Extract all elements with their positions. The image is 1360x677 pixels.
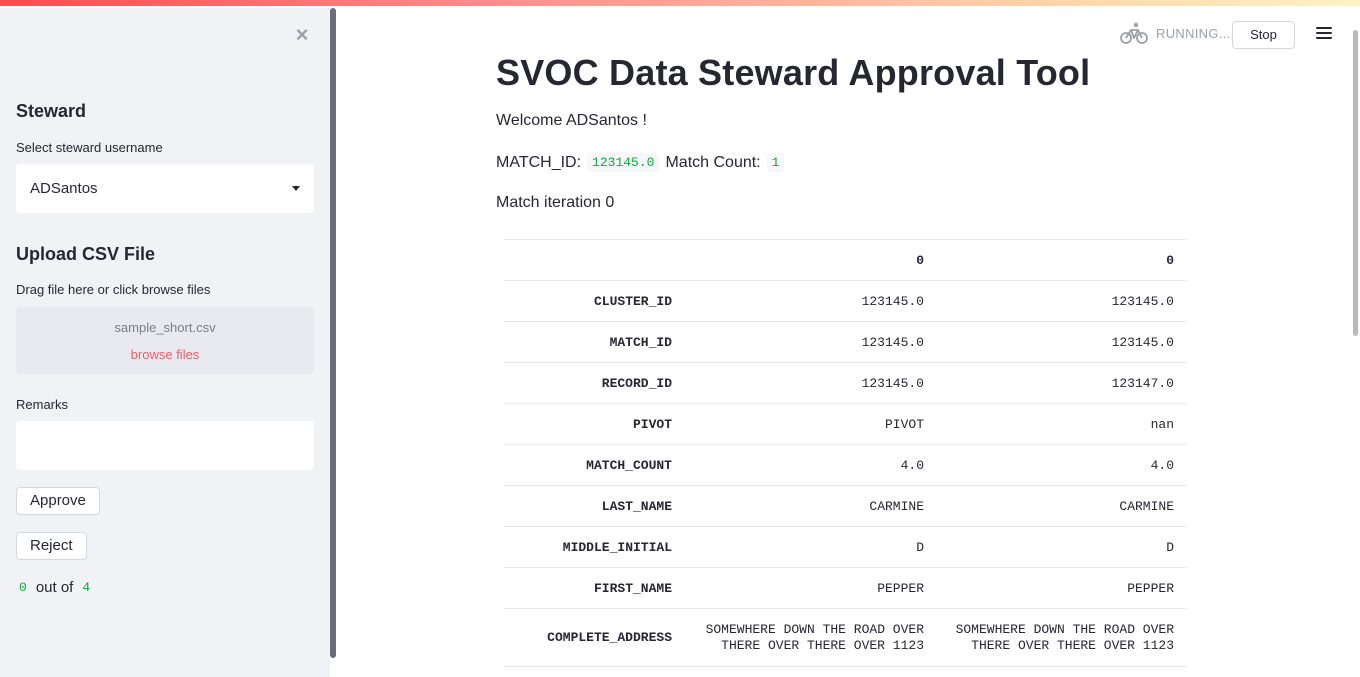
sidebar: × Steward Select steward username ADSant… <box>0 0 330 677</box>
upload-heading: Upload CSV File <box>16 244 156 264</box>
progress-separator: out of <box>35 579 74 596</box>
row-label: MATCH_ID <box>504 321 684 363</box>
row-label: CLUSTER_ID <box>504 280 684 322</box>
running-status: RUNNING... <box>1120 21 1231 45</box>
row-label: MIDDLE_INITIAL <box>504 526 684 568</box>
table-row: MATCH_COUNT 4.0 4.0 <box>504 444 1186 486</box>
progress-current: 0 <box>19 580 27 595</box>
match-count-label: Match Count: <box>665 153 761 171</box>
stop-button[interactable]: Stop <box>1232 21 1295 49</box>
steward-username-select[interactable]: ADSantos <box>16 164 314 213</box>
table-cell: 123145.0 <box>684 321 936 363</box>
row-label: PIVOT <box>504 403 684 445</box>
file-dropzone[interactable]: sample_short.csv browse files <box>16 307 314 374</box>
table-header-cell: 0 <box>684 239 936 281</box>
table-row: MATCH_ID 123145.0 123145.0 <box>504 321 1186 363</box>
running-text: RUNNING... <box>1156 25 1231 41</box>
upload-label: Drag file here or click browse files <box>16 282 211 297</box>
table-cell: CARMINE <box>936 485 1186 527</box>
table-cell: 4.0 <box>936 444 1186 486</box>
table-cell: PEPPER <box>684 567 936 609</box>
table-row: RECORD_ID 123145.0 123147.0 <box>504 362 1186 404</box>
match-id-label: MATCH_ID: <box>496 153 582 171</box>
table-cell: 123145.0 <box>936 321 1186 363</box>
remarks-label: Remarks <box>16 397 69 412</box>
table-cell: PIVOT <box>684 403 936 445</box>
table-row: FIRST_NAME PEPPER PEPPER <box>504 567 1186 609</box>
row-label: LAST_NAME <box>504 485 684 527</box>
chevron-down-icon <box>292 186 300 191</box>
progress-total: 4 <box>82 580 91 595</box>
bicycle-icon <box>1120 22 1148 44</box>
main-scrollbar[interactable] <box>1353 30 1358 336</box>
welcome-text: Welcome ADSantos ! <box>496 112 647 129</box>
row-label: RECORD_ID <box>504 362 684 404</box>
table-header-cell: 0 <box>936 239 1186 281</box>
table-cell: CARMINE <box>684 485 936 527</box>
close-sidebar-icon[interactable]: × <box>292 24 312 46</box>
table-row: MIDDLE_INITIAL D D <box>504 526 1186 568</box>
match-count-value: 1 <box>766 153 785 172</box>
approve-button[interactable]: Approve <box>16 487 100 515</box>
table-cell: nan <box>936 403 1186 445</box>
table-cell: 123145.0 <box>936 280 1186 322</box>
row-label: MATCH_COUNT <box>504 444 684 486</box>
top-decoration-bar <box>0 0 1360 8</box>
table-row: LAST_NAME CARMINE CARMINE <box>504 485 1186 527</box>
page-title: SVOC Data Steward Approval Tool <box>496 52 1091 93</box>
table-cell: D <box>936 526 1186 568</box>
record-comparison-table: 0 0 CLUSTER_ID 123145.0 123145.0 MATCH_I… <box>504 239 1186 667</box>
table-cell: 123145.0 <box>684 362 936 404</box>
select-steward-label: Select steward username <box>16 140 163 155</box>
table-cell: PEPPER <box>936 567 1186 609</box>
table-header-cell <box>504 239 684 281</box>
table-header-row: 0 0 <box>504 239 1186 281</box>
sidebar-scrollbar[interactable] <box>330 8 336 658</box>
match-iteration-text: Match iteration 0 <box>496 194 615 211</box>
steward-heading: Steward <box>16 101 87 121</box>
table-cell: 4.0 <box>684 444 936 486</box>
match-info: MATCH_ID: 123145.0 Match Count: 1 <box>496 153 785 172</box>
table-cell: D <box>684 526 936 568</box>
uploaded-filename: sample_short.csv <box>114 320 216 335</box>
table-cell: SOMEWHERE DOWN THE ROAD OVER THERE OVER … <box>936 608 1186 667</box>
table-cell: 123147.0 <box>936 362 1186 404</box>
table-row: COMPLETE_ADDRESS SOMEWHERE DOWN THE ROAD… <box>504 608 1186 667</box>
table-row: CLUSTER_ID 123145.0 123145.0 <box>504 280 1186 322</box>
table-cell: SOMEWHERE DOWN THE ROAD OVER THERE OVER … <box>684 608 936 667</box>
table-cell: 123145.0 <box>684 280 936 322</box>
table-row: PIVOT PIVOT nan <box>504 403 1186 445</box>
remarks-input[interactable] <box>16 421 314 470</box>
approval-progress: 0 out of 4 <box>16 579 93 596</box>
hamburger-menu-icon[interactable] <box>1314 24 1334 46</box>
reject-button[interactable]: Reject <box>16 532 87 560</box>
browse-files-link[interactable]: browse files <box>16 347 314 362</box>
selected-username: ADSantos <box>30 180 98 197</box>
row-label: FIRST_NAME <box>504 567 684 609</box>
match-id-value: 123145.0 <box>587 153 660 172</box>
row-label: COMPLETE_ADDRESS <box>504 608 684 667</box>
